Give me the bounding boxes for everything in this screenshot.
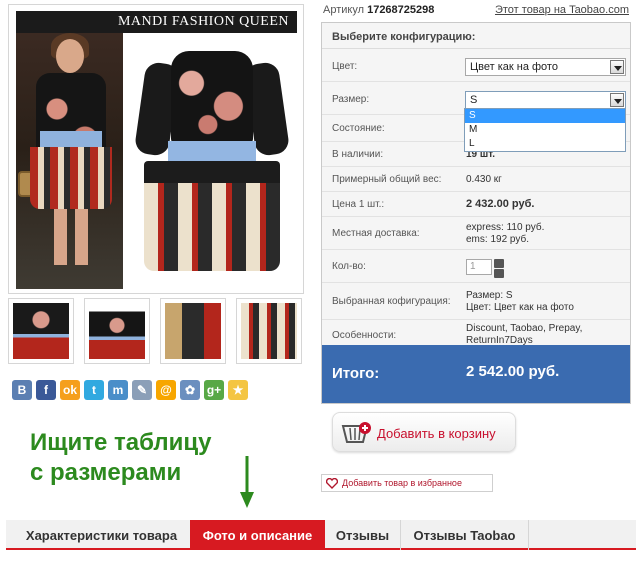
delivery-express: express: 110 руб. [466,222,545,233]
thumbnail-image [13,303,69,359]
hint-line-1: Ищите таблицу [30,429,212,456]
total-bar: Итого: 2 542.00 руб. [322,345,630,403]
chevron-down-icon[interactable] [610,60,624,74]
size-label: Размер: [332,94,370,105]
chevron-down-icon[interactable] [610,93,624,107]
selected-color: Цвет: Цвет как на фото [466,302,574,313]
tab-photo-description[interactable]: Фото и описание [190,520,325,550]
model-legs [54,209,88,265]
brand-overlay: MANDI FASHION QUEEN [16,11,297,33]
stock-label: В наличии: [332,149,384,160]
price-label: Цена 1 шт.: [332,199,385,210]
quantity-value: 1 [470,261,476,272]
configuration-title: Выберите конфигурацию: [322,23,630,49]
vk-icon[interactable]: B [12,380,32,400]
article-number: Артикул 17268725298 [323,4,434,16]
color-label: Цвет: [332,61,358,72]
size-option-s[interactable]: S [465,109,625,123]
weight-label: Примерный общий вес: [332,174,442,185]
total-label: Итого: [332,365,380,382]
color-select[interactable]: Цвет как на фото [465,58,626,76]
features-line-1: Discount, Taobao, Prepay, [466,323,583,334]
facebook-icon[interactable]: f [36,380,56,400]
tab-characteristics[interactable]: Характеристики товара [12,520,192,550]
product-tabs: Характеристики товара Фото и описание От… [6,520,636,550]
quantity-input[interactable]: 1 [466,259,492,275]
weight-value: 0.430 кг [466,174,502,185]
size-select-value: S [470,94,478,106]
hint-line-2: с размерами [30,459,182,486]
heart-icon [326,478,338,489]
dress-belt [168,141,256,161]
article-value: 17268725298 [367,4,435,16]
model-head [56,39,84,73]
taobao-link[interactable]: Этот товар на Taobao.com [495,4,629,16]
row-selected-config: Выбранная кофигурация: Размер: S Цвет: Ц… [322,284,630,320]
dress-skirt [144,161,280,271]
tab-reviews[interactable]: Отзывы [325,520,401,550]
tab-label: Отзывы [335,528,390,543]
quantity-label: Кол-во: [332,261,366,272]
total-value: 2 542.00 руб. [466,363,560,380]
thumbnail-image [165,303,221,359]
thumbnail-strip [8,298,304,364]
size-table-hint: Ищите таблицу с размерами [30,428,250,488]
thumbnail-3[interactable] [160,298,226,364]
add-to-favorites-label: Добавить товар в избранное [342,478,462,488]
row-features: Особенности: Discount, Taobao, Prepay, R… [322,321,630,346]
size-option-m[interactable]: M [465,123,625,137]
row-color: Цвет: Цвет как на фото [322,50,630,82]
row-price: Цена 1 шт.: 2 432.00 руб. [322,193,630,217]
row-quantity: Кол-во: 1 [322,251,630,283]
features-label: Особенности: [332,330,397,341]
add-to-cart-label: Добавить в корзину [377,426,496,441]
star-icon[interactable]: ★ [228,380,248,400]
dress-bodice [171,51,253,143]
price-value: 2 432.00 руб. [466,198,535,210]
quantity-down-icon[interactable] [494,269,504,278]
odnoklassniki-icon[interactable]: ok [60,380,80,400]
add-to-cart-button[interactable]: Добавить в корзину [332,412,516,452]
delivery-ems: ems: 192 руб. [466,234,529,245]
quantity-up-icon[interactable] [494,259,504,268]
row-delivery: Местная доставка: express: 110 руб. ems:… [322,218,630,250]
down-arrow-icon [240,456,254,508]
selected-size: Размер: S [466,290,513,301]
tab-label: Характеристики товара [25,528,178,543]
add-to-favorites-button[interactable]: Добавить товар в избранное [321,474,493,492]
tab-label: Отзывы Taobao [413,528,516,543]
model-dress-belt [40,131,102,147]
thumbnail-image [241,303,297,359]
model-dress-skirt [30,147,112,209]
color-select-value: Цвет как на фото [470,61,558,73]
mailru-icon[interactable]: @ [156,380,176,400]
twitter-icon[interactable]: t [84,380,104,400]
article-label: Артикул [323,4,365,16]
main-product-image[interactable]: MANDI FASHION QUEEN [8,4,304,294]
size-select[interactable]: S [465,91,626,109]
googleplus-icon[interactable]: g+ [204,380,224,400]
condition-label: Состояние: [332,123,385,134]
size-dropdown-list: SML [464,108,626,152]
thumbnail-2[interactable] [84,298,150,364]
tab-taobao-reviews[interactable]: Отзывы Taobao [401,520,529,550]
selected-config-label: Выбранная кофигурация: [332,296,451,307]
size-option-l[interactable]: L [465,137,625,151]
delivery-label: Местная доставка: [332,228,420,239]
tab-label: Фото и описание [202,528,313,543]
cart-add-icon [341,422,371,443]
thumbnail-4[interactable] [236,298,302,364]
thumbnail-image [89,303,145,359]
moimir-icon[interactable]: m [108,380,128,400]
configuration-panel: Выберите конфигурацию: Цвет: Цвет как на… [321,22,631,404]
livejournal-icon[interactable]: ✎ [132,380,152,400]
thumbnail-1[interactable] [8,298,74,364]
row-weight: Примерный общий вес: 0.430 кг [322,168,630,192]
product-photo: MANDI FASHION QUEEN [16,11,297,289]
settings-icon[interactable]: ✿ [180,380,200,400]
